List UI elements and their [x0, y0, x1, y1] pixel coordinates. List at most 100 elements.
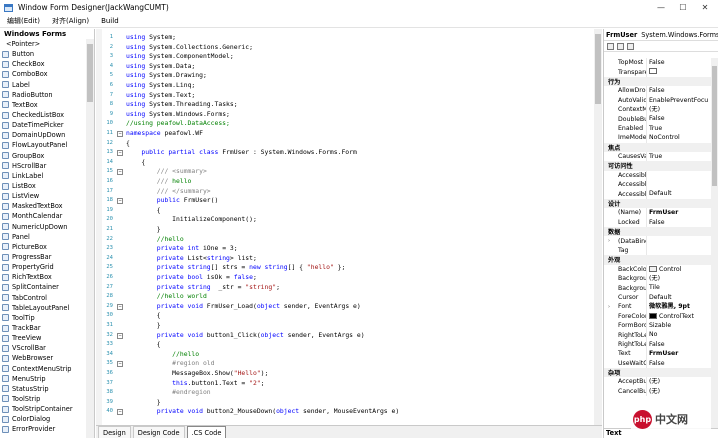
expand-arrow-icon[interactable]: › [608, 304, 610, 310]
property-value[interactable]: ControlText [646, 311, 712, 321]
toolbox-item[interactable]: ProgressBar [0, 252, 86, 262]
property-value[interactable]: EnablePreventFocu [646, 95, 712, 105]
properties-object-selector[interactable]: FrmUser System.Windows.Forms. [604, 29, 718, 41]
code-line[interactable]: 8 using System.Threading.Tasks; [96, 100, 596, 110]
code-line[interactable]: 3 using System.ComponentModel; [96, 52, 596, 62]
code-line[interactable]: 9 using System.Windows.Forms; [96, 110, 596, 120]
toolbox-item[interactable]: LinkLabel [0, 171, 86, 181]
property-row[interactable]: CancelButton(无) [604, 386, 712, 397]
code-line[interactable]: 18− public FrmUser() [96, 196, 596, 206]
code-line[interactable]: 24 private List<string> list; [96, 254, 596, 264]
toolbox-item[interactable]: ToolTip [0, 313, 86, 323]
property-row[interactable]: Cursor Default [604, 292, 712, 303]
tab-design[interactable]: Design [98, 426, 131, 438]
property-row[interactable]: AutoValidateEnablePreventFocu [604, 95, 712, 105]
property-value[interactable]: False [646, 339, 712, 350]
code-line[interactable]: 32− private void button1_Click(object se… [96, 331, 596, 341]
tab-design-code[interactable]: Design Code [132, 426, 185, 438]
code-line[interactable]: 31 } [96, 321, 596, 331]
property-row[interactable]: AcceptButton(无) [604, 377, 712, 387]
tab-cs-code[interactable]: .CS Code [186, 426, 227, 438]
property-row[interactable]: Enabled True [604, 123, 712, 134]
toolbox-item[interactable]: TabControl [0, 293, 86, 303]
toolbox-item[interactable]: HScrollBar [0, 161, 86, 171]
toolbox-item[interactable]: ComboBox [0, 69, 86, 79]
toolbox-scrollbar[interactable] [86, 39, 94, 438]
property-row[interactable]: (Name) FrmUser [604, 208, 712, 218]
property-row[interactable]: CausesValidaTrue [604, 151, 712, 162]
property-row[interactable]: › (DataBindings [604, 236, 712, 246]
property-row[interactable]: BackColor Control [604, 264, 712, 274]
code-line[interactable]: 29− private void FrmUser_Load(object sen… [96, 302, 596, 312]
properties-page-icon[interactable] [627, 42, 634, 50]
property-value[interactable]: True [646, 123, 712, 134]
minimize-button[interactable]: — [650, 0, 672, 15]
categorized-view-icon[interactable] [607, 42, 614, 50]
code-line[interactable]: 23 private int iOne = 3; [96, 244, 596, 254]
property-value[interactable]: Default [646, 292, 712, 303]
toolbox-item[interactable]: DomainUpDown [0, 130, 86, 140]
code-line[interactable]: 26 private bool isOk = false; [96, 273, 596, 283]
code-line[interactable]: 40− private void button2_MouseDown(objec… [96, 407, 596, 417]
property-value[interactable]: (无) [646, 104, 712, 115]
property-value[interactable]: FrmUser [646, 208, 712, 218]
property-value[interactable]: FrmUser [646, 349, 712, 359]
property-row[interactable]: ForeColor ControlText [604, 311, 712, 321]
toolbox-item[interactable]: ErrorProvider [0, 424, 86, 434]
toolbox-item[interactable]: SplitContainer [0, 282, 86, 292]
code-line[interactable]: 28 //hello world [96, 292, 596, 302]
property-category[interactable]: 可访问性 [604, 161, 712, 171]
menu-align[interactable]: 对齐(Align) [47, 16, 94, 26]
expand-arrow-icon[interactable]: › [608, 238, 610, 244]
property-value[interactable]: 微软雅黑, 9pt [646, 302, 712, 312]
property-row[interactable]: AccessibleNa [604, 180, 712, 190]
code-line[interactable]: 11− namespace peafowl.WF [96, 129, 596, 139]
property-value[interactable] [646, 170, 712, 181]
property-value[interactable] [646, 236, 712, 246]
toolbox-item[interactable]: Panel [0, 232, 86, 242]
property-row[interactable]: BackgroundInTile [604, 283, 712, 293]
toolbox-item[interactable]: RadioButton [0, 90, 86, 100]
code-line[interactable]: 25 private string[] strs = new string[] … [96, 263, 596, 273]
property-row[interactable]: Tag [604, 245, 712, 256]
property-value[interactable]: NoControl [646, 133, 712, 143]
property-row[interactable]: FormBorderSSizable [604, 320, 712, 331]
toolbox-item[interactable]: Button [0, 49, 86, 59]
property-value[interactable]: True [646, 151, 712, 162]
toolbox-item[interactable]: NumericUpDown [0, 222, 86, 232]
property-row[interactable]: AccessibleRolDefault [604, 189, 712, 199]
property-row[interactable]: AccessibleDe [604, 170, 712, 181]
code-line[interactable]: 10 //using peafowl.DataAccess; [96, 119, 596, 129]
collapse-toggle-icon[interactable]: − [117, 409, 123, 416]
property-row[interactable]: RightToLeftNo [604, 330, 712, 340]
property-row[interactable]: Locked False [604, 217, 712, 228]
toolbox-item[interactable]: CheckBox [0, 59, 86, 69]
property-value[interactable] [646, 180, 712, 190]
toolbox-item[interactable]: VScrollBar [0, 343, 86, 353]
code-line[interactable]: 22 //hello [96, 235, 596, 245]
property-value[interactable]: (无) [646, 377, 712, 387]
property-row[interactable]: ImeMode NoControl [604, 133, 712, 143]
code-line[interactable]: 12 { [96, 139, 596, 149]
code-line[interactable]: 14 { [96, 158, 596, 168]
collapse-toggle-icon[interactable]: − [117, 361, 123, 368]
toolbox-item[interactable]: MonthCalendar [0, 211, 86, 221]
property-value[interactable]: (无) [646, 273, 712, 284]
code-line[interactable]: 37 this.button1.Text = "2"; [96, 379, 596, 389]
code-line[interactable]: 27 private string _str = "string"; [96, 283, 596, 293]
property-row[interactable]: DoubleBufferFalse [604, 114, 712, 124]
toolbox-item[interactable]: ToolStrip [0, 394, 86, 404]
property-row[interactable]: BackgroundIr(无) [604, 273, 712, 284]
toolbox-item[interactable]: ListBox [0, 181, 86, 191]
code-line[interactable]: 19 { [96, 206, 596, 216]
toolbox-item[interactable]: <Pointer> [0, 39, 86, 49]
property-row[interactable]: AllowDropFalse [604, 86, 712, 96]
code-line[interactable]: 1 using System; [96, 33, 596, 43]
toolbox-item[interactable]: ColorDialog [0, 414, 86, 424]
toolbox-item[interactable]: FlowLayoutPanel [0, 140, 86, 150]
code-line[interactable]: 13− public partial class FrmUser : Syste… [96, 148, 596, 158]
property-category[interactable]: 设计 [604, 198, 712, 209]
toolbox-item[interactable]: TextBox [0, 100, 86, 110]
property-row[interactable]: Transparency [604, 67, 712, 77]
code-line[interactable]: 30 { [96, 311, 596, 321]
